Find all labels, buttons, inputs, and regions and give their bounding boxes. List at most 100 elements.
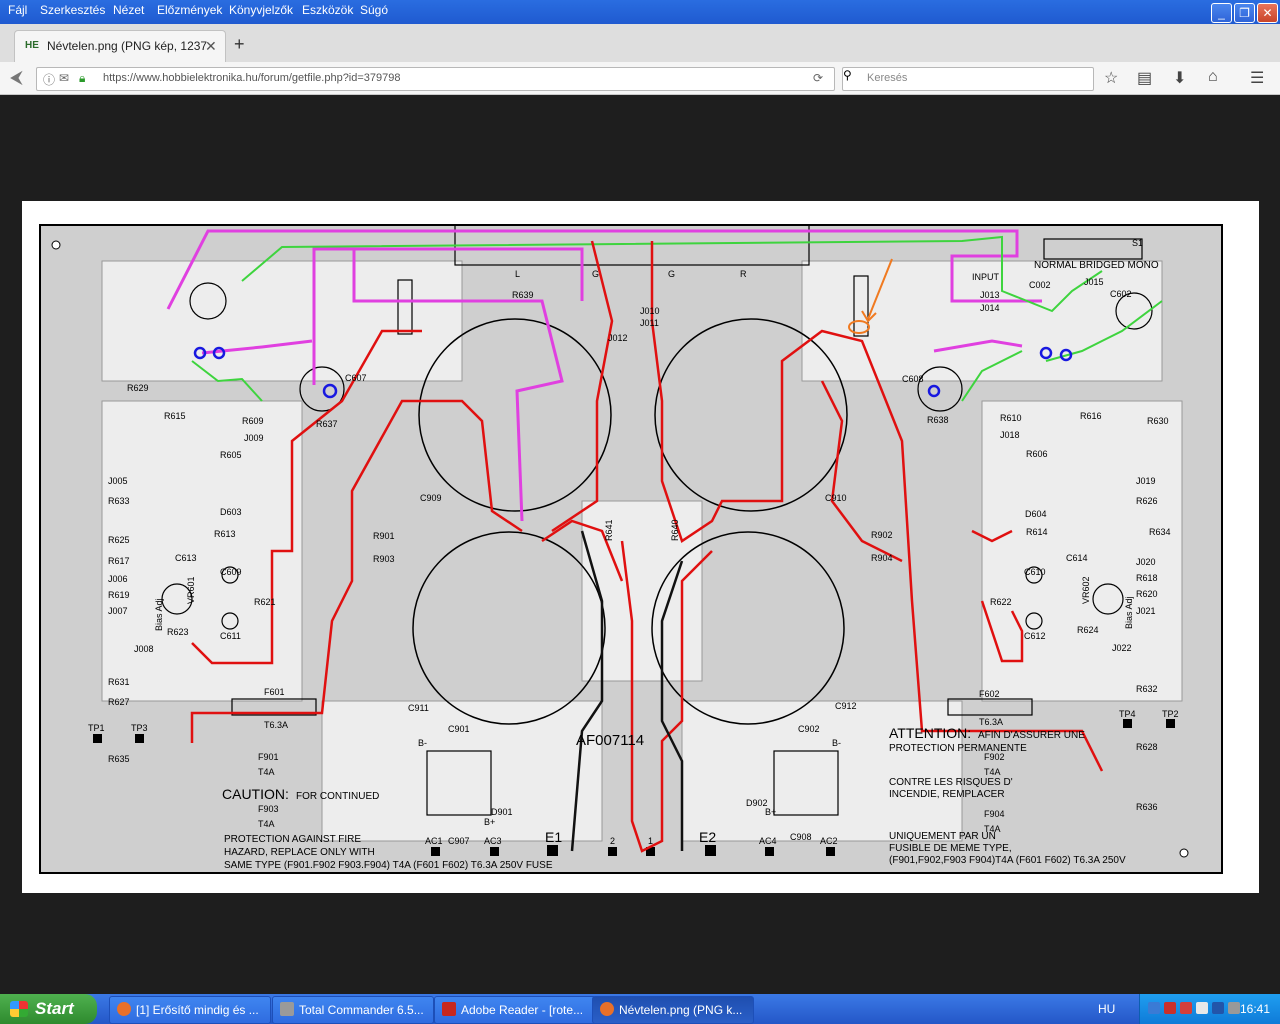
label-f903: F903 <box>258 804 279 814</box>
reader-list-icon[interactable]: ▤ <box>1137 68 1152 88</box>
bookmark-star-icon[interactable]: ☆ <box>1104 68 1118 88</box>
label-ac2: AC2 <box>820 836 838 846</box>
label-r639: R639 <box>512 290 534 300</box>
label-c609: C609 <box>220 567 242 577</box>
label-ac1: AC1 <box>425 836 443 846</box>
label-protection-en: PROTECTION AGAINST FIRE <box>224 834 361 845</box>
taskbar-item-firefox-image[interactable]: Névtelen.png (PNG k... <box>592 996 754 1024</box>
menu-tools[interactable]: Eszközök <box>302 3 353 17</box>
label-r621: R621 <box>254 597 276 607</box>
menu-history[interactable]: Előzmények <box>157 3 222 17</box>
site-favicon-icon: HE <box>25 40 39 51</box>
label-t4a-1: T4A <box>258 767 275 777</box>
label-for-continued: FOR CONTINUED <box>296 791 379 802</box>
navigation-bar: ⮜ ⓘ ✉ 🔒︎ https://www.hobbielektronika.hu… <box>0 62 1280 95</box>
label-r628: R628 <box>1136 742 1158 752</box>
label-vr602: VR602 <box>1081 576 1091 604</box>
menu-view[interactable]: Nézet <box>113 3 144 17</box>
network-tray-icon[interactable] <box>1148 1002 1160 1014</box>
label-r606: R606 <box>1026 449 1048 459</box>
label-c908: C908 <box>790 832 812 842</box>
tab-image[interactable]: HE Névtelen.png (PNG kép, 1237... ✕ <box>14 30 226 63</box>
taskbar-item-total-commander[interactable]: Total Commander 6.5... <box>272 996 434 1024</box>
label-uniquement: UNIQUEMENT PAR UN <box>889 831 996 842</box>
permissions-icon[interactable]: ✉ <box>59 71 69 85</box>
label-c911: C911 <box>408 703 429 713</box>
label-j020: J020 <box>1136 557 1156 567</box>
security-shield-icon[interactable] <box>1164 1002 1176 1014</box>
info-icon[interactable]: ⓘ <box>43 71 55 88</box>
label-t63a-right: T6.3A <box>979 717 1003 727</box>
label-ac4: AC4 <box>759 836 777 846</box>
adobe-reader-icon <box>442 1002 456 1016</box>
menu-edit[interactable]: Szerkesztés <box>40 3 105 17</box>
address-bar[interactable]: ⓘ ✉ 🔒︎ https://www.hobbielektronika.hu/f… <box>36 67 835 91</box>
label-c909: C909 <box>420 493 442 503</box>
help-tray-icon[interactable] <box>1228 1002 1240 1014</box>
label-r635: R635 <box>108 754 130 764</box>
label-c608: C608 <box>902 374 924 384</box>
label-j007: J007 <box>108 606 128 616</box>
menu-file[interactable]: Fájl <box>8 3 27 17</box>
menu-help[interactable]: Súgó <box>360 3 388 17</box>
taskbar-item-adobe-reader[interactable]: Adobe Reader - [rote... <box>434 996 596 1024</box>
label-r620: R620 <box>1136 589 1158 599</box>
label-r901: R901 <box>373 531 395 541</box>
new-tab-button[interactable]: + <box>234 34 245 55</box>
lock-icon[interactable]: 🔒︎ <box>79 71 85 86</box>
label-d902: D902 <box>746 798 768 808</box>
label-d604: D604 <box>1025 509 1047 519</box>
label-c614: C614 <box>1066 553 1088 563</box>
tab-strip: HE Névtelen.png (PNG kép, 1237... ✕ + <box>0 24 1280 63</box>
label-tp1: TP1 <box>88 723 105 733</box>
label-b-minus-right: B- <box>832 738 841 748</box>
close-window-button[interactable]: ✕ <box>1257 3 1278 23</box>
label-d603: D603 <box>220 507 242 517</box>
label-same-type-en: SAME TYPE (F901.F902 F903.F904) T4A (F60… <box>224 860 553 871</box>
label-r616: R616 <box>1080 411 1102 421</box>
label-b-minus-left: B- <box>418 738 427 748</box>
maximize-button[interactable]: ❐ <box>1234 3 1255 23</box>
label-r617: R617 <box>108 556 130 566</box>
label-r631: R631 <box>108 677 130 687</box>
minimize-button[interactable]: _ <box>1211 3 1232 23</box>
label-tp2: TP2 <box>1162 709 1179 719</box>
taskbar-item-firefox-forum[interactable]: [1] Erősítő mindig és ... <box>109 996 271 1024</box>
label-r618: R618 <box>1136 573 1158 583</box>
label-j015: J015 <box>1084 277 1104 287</box>
label-r627: R627 <box>108 697 130 707</box>
hamburger-menu-icon[interactable]: ☰ <box>1250 68 1264 88</box>
search-bar[interactable]: ⚲ Keresés <box>842 67 1094 91</box>
content-area: NORMAL BRIDGED MONO INPUT S1 L G G R C90… <box>0 95 1280 994</box>
label-r637: R637 <box>316 419 338 429</box>
label-r: R <box>740 269 747 279</box>
back-button[interactable]: ⮜ <box>10 67 23 88</box>
label-r626: R626 <box>1136 496 1158 506</box>
label-c907: C907 <box>448 836 470 846</box>
volume-icon[interactable] <box>1196 1002 1208 1014</box>
pcb-image[interactable]: NORMAL BRIDGED MONO INPUT S1 L G G R C90… <box>22 201 1259 893</box>
label-r903: R903 <box>373 554 395 564</box>
url-text[interactable]: https://www.hobbielektronika.hu/forum/ge… <box>103 72 401 84</box>
language-indicator[interactable]: HU <box>1098 1002 1115 1016</box>
label-bias-adj-left: Bias Adj <box>154 598 164 631</box>
bluetooth-icon[interactable] <box>1212 1002 1224 1014</box>
label-j018: J018 <box>1000 430 1020 440</box>
download-icon[interactable]: ⬇ <box>1173 68 1186 88</box>
start-label: Start <box>35 999 74 1018</box>
label-t4a-3: T4A <box>984 767 1001 777</box>
system-clock[interactable]: 16:41 <box>1240 1002 1270 1016</box>
antivirus-icon[interactable] <box>1180 1002 1192 1014</box>
menu-bookmarks[interactable]: Könyvjelzők <box>229 3 293 17</box>
taskbar: Start [1] Erősítő mindig és ... Total Co… <box>0 994 1280 1024</box>
start-button[interactable]: Start <box>0 994 97 1024</box>
label-tp4: TP4 <box>1119 709 1136 719</box>
tab-close-icon[interactable]: ✕ <box>205 38 217 55</box>
home-icon[interactable]: ⌂ <box>1208 68 1218 86</box>
label-contre: CONTRE LES RISQUES D' <box>889 777 1013 788</box>
reload-icon[interactable]: ⟳ <box>813 71 823 85</box>
label-r625: R625 <box>108 535 130 545</box>
label-r610: R610 <box>1000 413 1022 423</box>
menu-bar: Fájl Szerkesztés Nézet Előzmények Könyvj… <box>0 0 1280 24</box>
label-d901: D901 <box>491 807 513 817</box>
